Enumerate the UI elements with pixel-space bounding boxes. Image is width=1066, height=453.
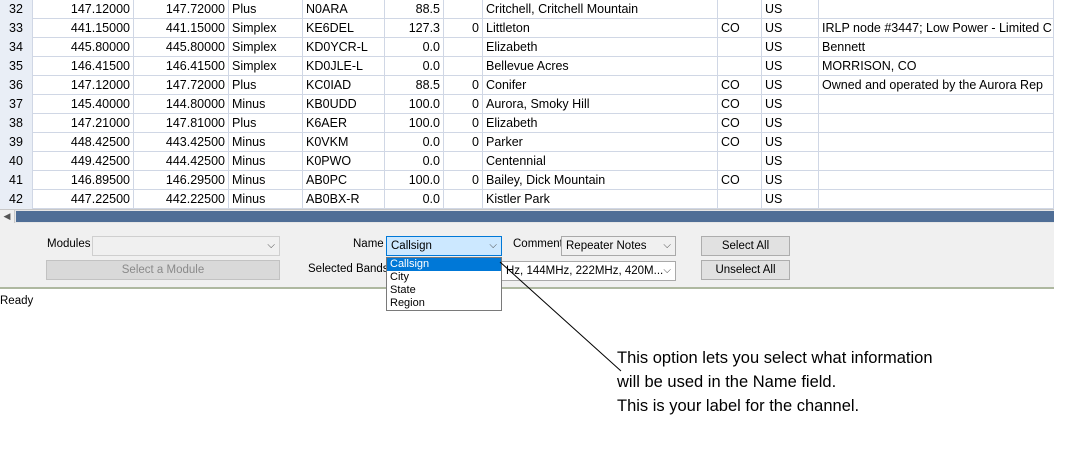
annotation-line: This is your label for the channel. xyxy=(617,397,860,415)
annotation-text: This option lets you select what informa… xyxy=(617,346,933,418)
annotation-line: This option lets you select what informa… xyxy=(617,349,933,367)
annotation-line: will be used in the Name field. xyxy=(617,373,837,391)
